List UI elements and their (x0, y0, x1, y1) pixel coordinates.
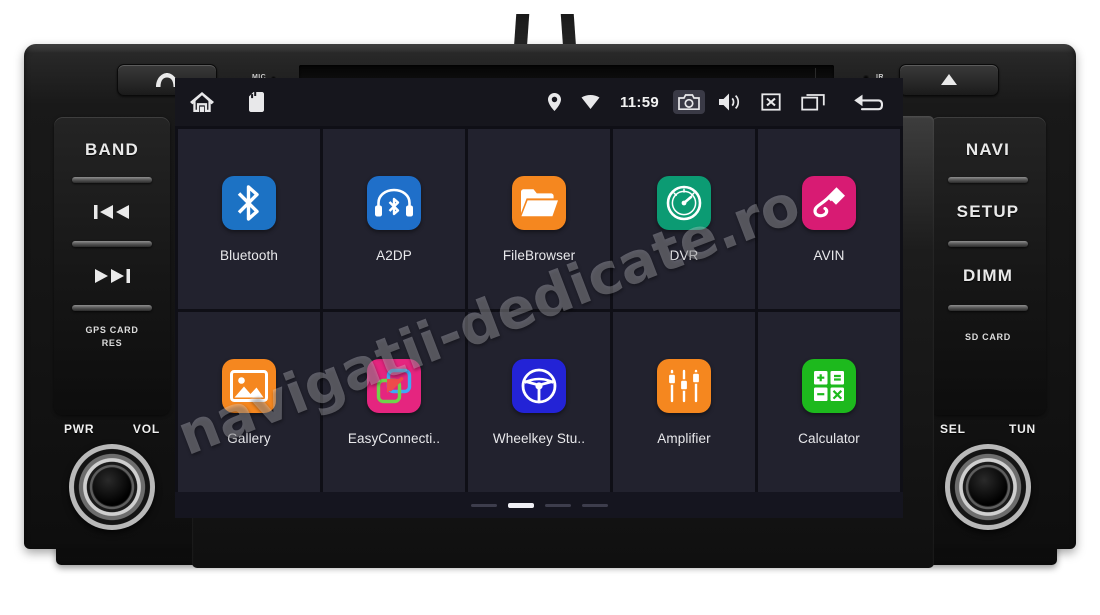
prev-track-button[interactable] (54, 183, 170, 241)
select-tune-knob[interactable] (945, 444, 1031, 530)
app-cell-avin[interactable]: AVIN (758, 129, 900, 309)
setup-button[interactable]: SETUP (930, 183, 1046, 241)
folder-icon (512, 175, 566, 230)
app-label: AVIN (813, 247, 845, 263)
navi-button[interactable]: NAVI (930, 121, 1046, 179)
recent-apps-icon[interactable] (801, 92, 825, 112)
power-volume-knob-group: PWR VOL (52, 422, 172, 540)
status-bar-left (189, 90, 270, 114)
photo-icon (222, 358, 276, 413)
sd-card-slot[interactable]: SD CARD (930, 317, 1046, 357)
clock-time: 11:59 (619, 93, 659, 111)
app-label: FileBrowser (502, 247, 576, 263)
camera-icon[interactable] (673, 90, 705, 114)
app-cell-a2dp[interactable]: A2DP (323, 129, 465, 309)
power-volume-knob[interactable] (69, 444, 155, 530)
steering-wheel-icon (512, 358, 566, 413)
bluetooth-icon (222, 175, 276, 230)
app-label: Amplifier (657, 430, 711, 446)
left-button-panel: BAND GPS CARD RES (54, 117, 170, 415)
app-cell-easyconnection[interactable]: EasyConnecti.. (323, 312, 465, 492)
app-label: EasyConnecti.. (347, 430, 441, 446)
app-label: A2DP (376, 247, 412, 263)
gps-card-slot[interactable]: GPS CARD RES (54, 317, 170, 357)
av-plug-icon (802, 175, 856, 230)
app-cell-filebrowser[interactable]: FileBrowser (468, 129, 610, 309)
sdcard-icon[interactable] (249, 92, 264, 112)
location-pin-icon (547, 93, 561, 111)
mute-box-icon[interactable] (761, 92, 781, 112)
volume-icon[interactable] (719, 92, 741, 112)
tun-label: TUN (1008, 422, 1036, 436)
band-button[interactable]: BAND (54, 121, 170, 179)
gauge-icon (657, 175, 711, 230)
page-indicator (175, 492, 903, 518)
wifi-icon (581, 94, 600, 110)
status-bar-right: 11:59 (547, 90, 889, 114)
equalizer-icon (657, 358, 711, 413)
app-cell-dvr[interactable]: DVR (613, 129, 755, 309)
app-label: Gallery (227, 430, 271, 446)
select-tune-knob-group: SEL TUN (928, 422, 1048, 540)
panel-separator-6 (948, 305, 1028, 311)
app-label: Calculator (798, 430, 860, 446)
app-cell-gallery[interactable]: Gallery (178, 312, 320, 492)
next-track-button[interactable] (54, 247, 170, 305)
vol-label: VOL (132, 422, 160, 436)
back-arrow-icon[interactable] (853, 92, 883, 112)
left-knob-labels: PWR VOL (52, 422, 172, 436)
touchscreen-display[interactable]: 11:59 Bluetooth A2DP FileBrowser DVR AVI… (175, 78, 903, 518)
page-dot-1[interactable] (470, 503, 497, 507)
home-icon[interactable] (189, 90, 215, 114)
next-track-icon (95, 269, 130, 283)
easyconnect-icon (367, 358, 421, 413)
status-bar: 11:59 (175, 78, 903, 126)
app-label: Bluetooth (220, 247, 278, 263)
app-cell-bluetooth[interactable]: Bluetooth (178, 129, 320, 309)
dimm-button[interactable]: DIMM (930, 247, 1046, 305)
app-grid: Bluetooth A2DP FileBrowser DVR AVIN Gall… (175, 126, 903, 492)
sel-label: SEL (940, 422, 966, 436)
panel-separator-3 (72, 305, 152, 311)
app-cell-amplifier[interactable]: Amplifier (613, 312, 755, 492)
app-label: DVR (669, 247, 699, 263)
pwr-label: PWR (64, 422, 95, 436)
right-knob-labels: SEL TUN (928, 422, 1048, 436)
page-dot-2[interactable] (507, 502, 534, 508)
page-dot-4[interactable] (581, 503, 608, 507)
eject-button[interactable] (899, 64, 999, 96)
calculator-icon (802, 358, 856, 413)
app-cell-wheelkey-study[interactable]: Wheelkey Stu.. (468, 312, 610, 492)
previous-track-icon (94, 205, 129, 219)
screenshot-root: MIC IR BAND (0, 0, 1100, 615)
eject-icon (941, 74, 957, 85)
page-dot-3[interactable] (544, 503, 571, 507)
headset-bluetooth-icon (367, 175, 421, 230)
app-cell-calculator[interactable]: Calculator (758, 312, 900, 492)
right-button-panel: NAVI SETUP DIMM SD CARD (930, 117, 1046, 415)
app-label: Wheelkey Stu.. (492, 430, 586, 446)
